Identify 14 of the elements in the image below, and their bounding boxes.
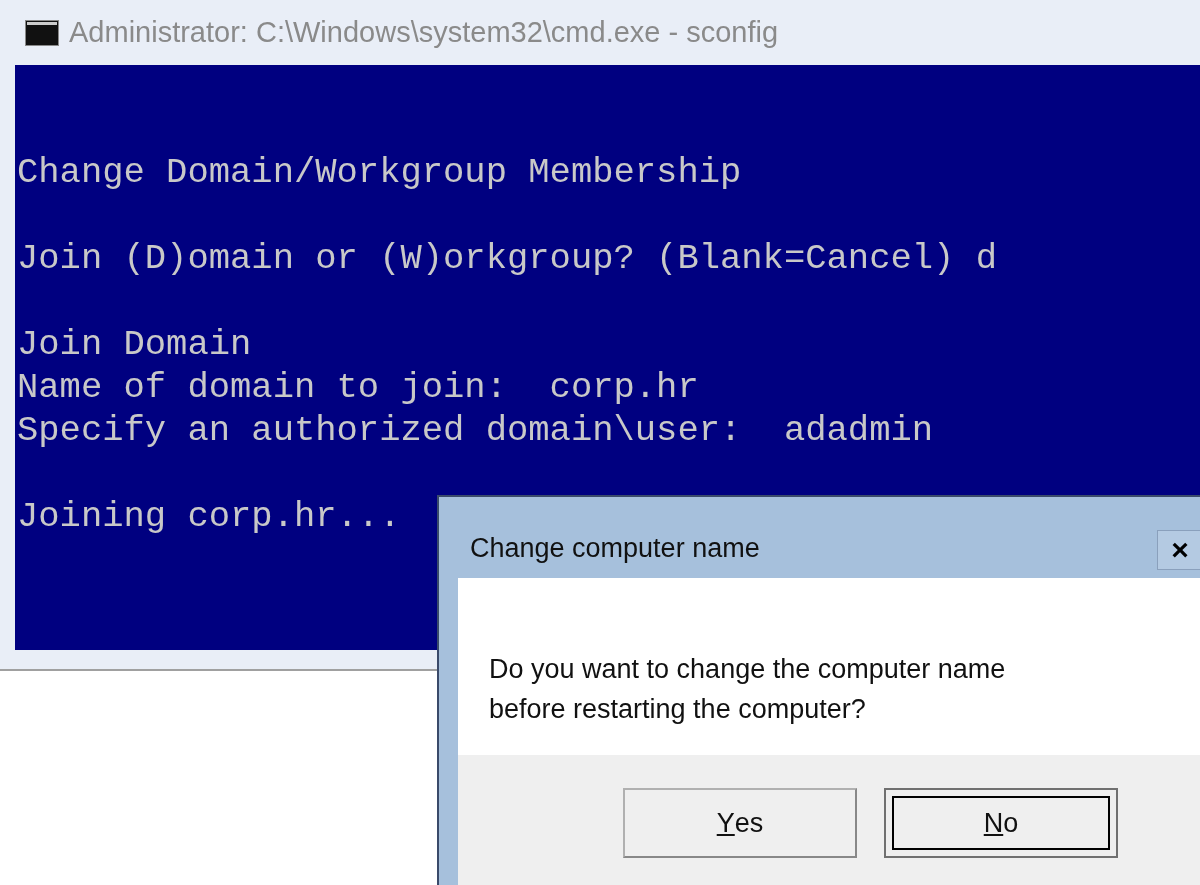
console-line: Join (D)omain or (W)orkgroup? (Blank=Cancel) d [17, 237, 997, 280]
console-line: Name of domain to join: corp.hr [17, 366, 699, 409]
dialog-button[interactable]: Yes [623, 788, 857, 858]
console-line: Change Domain/Workgroup Membership [17, 151, 742, 194]
window-title: Administrator: C:\Windows\system32\cmd.exe - sconfig [69, 14, 779, 50]
dialog-button[interactable]: No [884, 788, 1118, 858]
dialog-message: Do you want to change the computer name [489, 653, 1006, 686]
dialog-message: before restarting the computer? [489, 693, 866, 726]
console-icon [25, 19, 59, 46]
dialog-title: Change computer name [470, 532, 760, 566]
console-line: Join Domain [17, 323, 252, 366]
console-line: Joining corp.hr... [17, 495, 401, 538]
console-line: Specify an authorized domain\user: adadmin [17, 409, 934, 452]
close-button[interactable]: × [1157, 530, 1200, 570]
